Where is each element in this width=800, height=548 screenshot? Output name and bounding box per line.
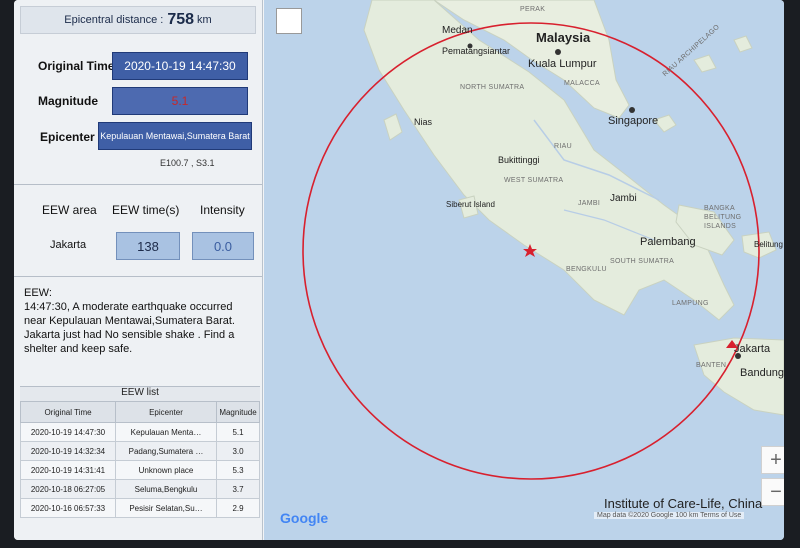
document-settings-icon[interactable] — [276, 8, 302, 34]
map-label-riau: RIAU — [554, 143, 572, 150]
map-label-kuala-lumpur: Kuala Lumpur — [528, 58, 597, 70]
epicenter-value: Kepulauan Mentawai,Sumatera Barat — [98, 122, 252, 150]
row-magnitude: 5.1 — [216, 422, 260, 442]
map-label-jambi-region: JAMBI — [578, 200, 601, 207]
row-magnitude: 3.0 — [216, 441, 260, 461]
map-label-lampung: LAMPUNG — [672, 300, 709, 307]
intensity-header: Intensity — [200, 203, 245, 217]
google-logo-text: Google — [280, 510, 329, 526]
distance-unit: km — [197, 14, 212, 26]
row-magnitude: 2.9 — [216, 498, 260, 518]
table-row[interactable]: 2020-10-18 06:27:05 Seluma,Bengkulu 3.7 — [20, 479, 260, 499]
table-row[interactable]: 2020-10-19 14:32:34 Padang,Sumatera … 3.… — [20, 441, 260, 461]
row-time: 2020-10-18 06:27:05 — [20, 479, 116, 499]
original-time-label: Original Time — [38, 59, 115, 73]
map-label-banten: BANTEN — [696, 362, 727, 369]
row-magnitude: 5.3 — [216, 460, 260, 480]
map-label-bandung: Bandung — [740, 367, 784, 379]
row-magnitude: 3.7 — [216, 479, 260, 499]
column-header-magnitude: Magnitude — [216, 401, 260, 423]
map-label-malacca: MALACCA — [564, 80, 600, 87]
zoom-in-button[interactable]: + — [761, 446, 784, 474]
table-row[interactable]: 2020-10-16 06:57:33 Pesisir Selatan,Su… … — [20, 498, 260, 518]
map-label-pematangsiantar: Pematangsiantar — [442, 46, 511, 56]
institute-credit: Institute of Care-Life, China — [604, 496, 763, 511]
app-screen: Epicentral distance : 758 km Original Ti… — [14, 0, 784, 540]
map-label-jambi: Jambi — [610, 193, 637, 204]
row-epicenter: Kepulauan Menta… — [115, 422, 217, 442]
epicenter-label: Epicenter — [40, 130, 95, 144]
magnitude-label: Magnitude — [38, 94, 98, 108]
table-row[interactable]: 2020-10-19 14:31:41 Unknown place 5.3 — [20, 460, 260, 480]
zoom-out-button[interactable]: − — [761, 478, 784, 506]
eew-message-label: EEW: — [24, 287, 52, 299]
epicenter-coords: E100.7 , S3.1 — [160, 158, 215, 168]
row-time: 2020-10-16 06:57:33 — [20, 498, 116, 518]
map-label-jakarta: Jakarta — [734, 343, 771, 355]
table-row[interactable]: 2020-10-19 14:47:30 Kepulauan Menta… 5.1 — [20, 422, 260, 442]
column-header-time: Original Time — [20, 401, 116, 423]
info-panel: Epicentral distance : 758 km Original Ti… — [14, 0, 263, 540]
eew-message-text: 14:47:30, A moderate earthquake occurred… — [24, 301, 235, 355]
row-time: 2020-10-19 14:32:34 — [20, 441, 116, 461]
intensity-value: 0.0 — [192, 232, 254, 260]
map-label-belitung: Belitung — [754, 240, 783, 249]
distance-value: 758 — [167, 11, 195, 28]
eew-list-table: Original Time Epicenter Magnitude 2020-1… — [20, 401, 260, 518]
row-epicenter: Seluma,Bengkulu — [115, 479, 217, 499]
divider — [14, 276, 262, 277]
eew-time-value: 138 — [116, 232, 180, 260]
map-label-bengkulu: BENGKULU — [566, 266, 607, 273]
google-logo: Google — [280, 510, 328, 526]
row-epicenter: Padang,Sumatera … — [115, 441, 217, 461]
map-view[interactable]: Medan Pematangsiantar Malaysia Kuala Lum… — [264, 0, 784, 540]
map-canvas — [302, 0, 784, 480]
map-label-perak: PERAK — [520, 6, 546, 13]
eew-list-title: EEW list — [20, 386, 260, 401]
map-label-medan: Medan — [442, 25, 473, 36]
row-time: 2020-10-19 14:31:41 — [20, 460, 116, 480]
map-label-west-sumatra: WEST SUMATRA — [504, 177, 564, 184]
eew-area-value: Jakarta — [50, 239, 87, 251]
epicentral-distance: Epicentral distance : 758 km — [20, 6, 256, 34]
row-epicenter: Unknown place — [115, 460, 217, 480]
map-attribution[interactable]: Map data ©2020 Google 100 km Terms of Us… — [594, 512, 745, 519]
map-label-south-sumatra: SOUTH SUMATRA — [610, 258, 675, 265]
map-label-palembang: Palembang — [640, 236, 696, 248]
eew-message: EEW: 14:47:30, A moderate earthquake occ… — [24, 286, 256, 356]
divider — [14, 184, 262, 185]
map-label-north-sumatra: NORTH SUMATRA — [460, 84, 525, 91]
eew-list: EEW list Original Time Epicenter Magnitu… — [20, 386, 260, 536]
magnitude-value: 5.1 — [112, 87, 248, 115]
map-label-malaysia: Malaysia — [536, 30, 591, 45]
map-label-bangka-belitung: BANGKA BELITUNG ISLANDS — [704, 205, 742, 230]
row-time: 2020-10-19 14:47:30 — [20, 422, 116, 442]
map-label-nias: Nias — [414, 117, 433, 127]
eew-time-header: EEW time(s) — [112, 203, 180, 217]
original-time-value: 2020-10-19 14:47:30 — [112, 52, 248, 80]
row-epicenter: Pesisir Selatan,Su… — [115, 498, 217, 518]
column-header-epicenter: Epicenter — [115, 401, 217, 423]
map-label-singapore: Singapore — [608, 115, 659, 127]
distance-label: Epicentral distance : — [64, 14, 164, 26]
map-label-siberut-island: Siberut Island — [446, 200, 495, 209]
eew-area-header: EEW area — [42, 203, 97, 217]
map-label-bukittinggi: Bukittinggi — [498, 155, 540, 165]
